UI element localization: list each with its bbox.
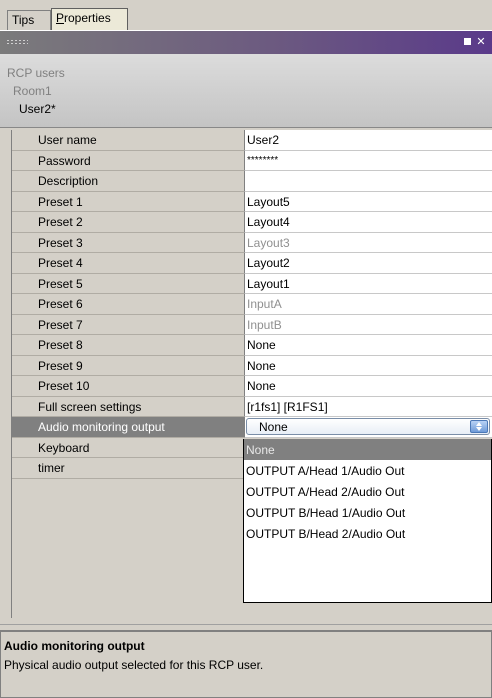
property-label: Preset 9 — [12, 355, 244, 376]
property-row[interactable]: Description — [12, 171, 492, 192]
select-value: None — [259, 420, 288, 434]
audio-output-select[interactable]: None — [246, 418, 490, 435]
property-label: Password — [12, 150, 244, 171]
description-text: Physical audio output selected for this … — [4, 658, 264, 672]
description-title: Audio monitoring output — [4, 639, 145, 653]
property-row-selected[interactable]: Audio monitoring output None — [12, 417, 492, 438]
property-row[interactable]: Full screen settings [r1fs1] [R1FS1] — [12, 396, 492, 417]
property-label: Preset 2 — [12, 212, 244, 233]
property-row[interactable]: Preset 7 InputB — [12, 314, 492, 335]
tab-properties-label: roperties — [64, 11, 111, 25]
property-value[interactable]: InputA — [244, 294, 492, 315]
property-label: Audio monitoring output — [12, 417, 244, 438]
property-value[interactable]: None — [244, 417, 492, 438]
property-value[interactable] — [244, 171, 492, 192]
property-label: timer — [12, 458, 244, 479]
property-label: Preset 3 — [12, 232, 244, 253]
property-label: Description — [12, 171, 244, 192]
property-value[interactable]: None — [244, 335, 492, 356]
property-row[interactable]: Preset 3 Layout3 — [12, 232, 492, 253]
tab-bar: Tips Properties — [0, 0, 492, 30]
property-value[interactable]: Layout3 — [244, 232, 492, 253]
property-label: Preset 10 — [12, 376, 244, 397]
panel-title-bar[interactable]: ✕ — [0, 30, 492, 54]
property-label: Keyboard — [12, 437, 244, 458]
dropdown-option[interactable]: OUTPUT A/Head 1/Audio Out — [244, 460, 491, 481]
selection-header: RCP users Room1 User2* — [0, 54, 492, 128]
property-value[interactable]: Layout5 — [244, 191, 492, 212]
audio-output-dropdown-list[interactable]: None OUTPUT A/Head 1/Audio Out OUTPUT A/… — [243, 439, 492, 603]
restore-icon[interactable] — [463, 37, 473, 47]
property-row[interactable]: User name User2 — [12, 130, 492, 151]
description-panel: Audio monitoring output Physical audio o… — [0, 630, 492, 698]
dropdown-option[interactable]: OUTPUT B/Head 2/Audio Out — [244, 523, 491, 544]
breadcrumb-room: Room1 — [13, 84, 52, 98]
property-row[interactable]: Preset 2 Layout4 — [12, 212, 492, 233]
property-row[interactable]: Preset 5 Layout1 — [12, 273, 492, 294]
tab-properties-mnemonic: P — [56, 11, 65, 25]
tab-properties[interactable]: Properties — [51, 8, 128, 30]
property-row[interactable]: Preset 8 None — [12, 335, 492, 356]
property-label: Full screen settings — [12, 396, 244, 417]
dropdown-option[interactable]: None — [244, 439, 491, 460]
property-value[interactable]: Layout1 — [244, 273, 492, 294]
property-row[interactable]: Preset 9 None — [12, 355, 492, 376]
property-row[interactable]: Password ******** — [12, 150, 492, 171]
tab-tips[interactable]: Tips — [7, 10, 51, 30]
breadcrumb-user: User2* — [19, 102, 56, 116]
property-row[interactable]: Preset 4 Layout2 — [12, 253, 492, 274]
property-value[interactable]: [r1fs1] [R1FS1] — [244, 396, 492, 417]
select-arrow-icon[interactable] — [470, 420, 488, 433]
property-row[interactable]: Preset 10 None — [12, 376, 492, 397]
property-value[interactable]: Layout2 — [244, 253, 492, 274]
property-label: Preset 1 — [12, 191, 244, 212]
property-value[interactable]: ******** — [244, 150, 492, 171]
property-label: Preset 8 — [12, 335, 244, 356]
property-value[interactable]: InputB — [244, 314, 492, 335]
property-label: Preset 4 — [12, 253, 244, 274]
property-row[interactable]: Preset 6 InputA — [12, 294, 492, 315]
property-value[interactable]: None — [244, 376, 492, 397]
breadcrumb-rcp-users: RCP users — [7, 66, 65, 80]
dropdown-option[interactable]: OUTPUT B/Head 1/Audio Out — [244, 502, 491, 523]
property-label: Preset 5 — [12, 273, 244, 294]
property-label: Preset 6 — [12, 294, 244, 315]
property-label: Preset 7 — [12, 314, 244, 335]
dropdown-option[interactable]: OUTPUT A/Head 2/Audio Out — [244, 481, 491, 502]
property-label: User name — [12, 130, 244, 151]
drag-grip-icon[interactable] — [6, 39, 28, 45]
property-value[interactable]: User2 — [244, 130, 492, 151]
close-icon[interactable]: ✕ — [476, 37, 486, 48]
property-row[interactable]: Preset 1 Layout5 — [12, 191, 492, 212]
property-value[interactable]: None — [244, 355, 492, 376]
property-value[interactable]: Layout4 — [244, 212, 492, 233]
